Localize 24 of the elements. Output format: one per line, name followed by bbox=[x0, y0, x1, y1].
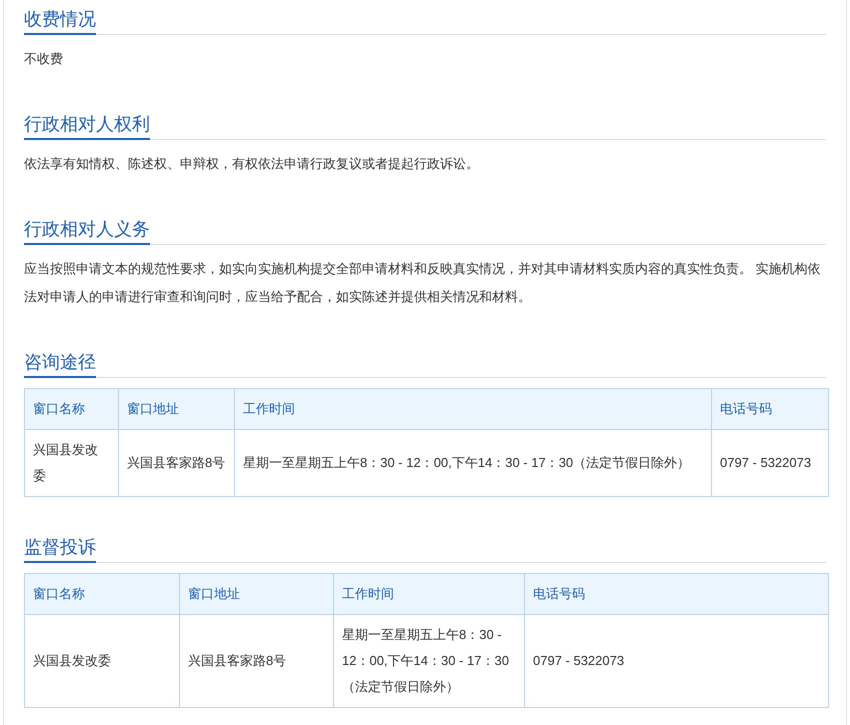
column-header: 窗口地址 bbox=[180, 574, 334, 614]
section-text: 不收费 bbox=[24, 50, 64, 68]
section-heading: 收费情况 bbox=[24, 6, 96, 35]
table-cell: 兴国县客家路8号 bbox=[180, 614, 334, 708]
table-cell: 兴国县发改委 bbox=[24, 430, 118, 496]
column-header: 工作时间 bbox=[234, 388, 712, 430]
section-heading: 咨询途径 bbox=[24, 349, 96, 378]
section-text: 依法享有知情权、陈述权、申辩权，有权依法申请行政复议或者提起行政诉讼。 bbox=[24, 155, 480, 173]
table-cell: 兴国县发改委 bbox=[24, 614, 180, 708]
table-cell: 星期一至星期五上午8：30 - 12：00,下午14：30 - 17：30（法定节假日除外） bbox=[234, 430, 712, 496]
section-text: 应当按照申请文本的规范性要求，如实向实施机构提交全部申请材料和反映真实情况，并对其申请材料实质内容的真实性负责。 实施机构依法对申请人的申请进行审查和询问时，应当给予配合，如实陈述并提供相关情况和材料。 bbox=[24, 260, 822, 306]
section-heading: 行政相对人权利 bbox=[24, 111, 150, 140]
column-header: 窗口名称 bbox=[24, 388, 118, 430]
column-header: 窗口地址 bbox=[118, 388, 234, 430]
table-cell: 星期一至星期五上午8：30 - 12：00,下午14：30 - 17：30（法定节假日除外） bbox=[334, 614, 524, 708]
table-cell: 兴国县客家路8号 bbox=[118, 430, 234, 496]
table-cell: 0797 - 5322073 bbox=[524, 614, 828, 708]
section-heading: 监督投诉 bbox=[24, 534, 96, 563]
section-heading: 行政相对人义务 bbox=[24, 216, 150, 245]
table-cell: 0797 - 5322073 bbox=[712, 430, 828, 496]
column-header: 电话号码 bbox=[524, 574, 828, 614]
column-header: 工作时间 bbox=[334, 574, 524, 614]
column-header: 窗口名称 bbox=[24, 574, 180, 614]
column-header: 电话号码 bbox=[712, 388, 828, 430]
